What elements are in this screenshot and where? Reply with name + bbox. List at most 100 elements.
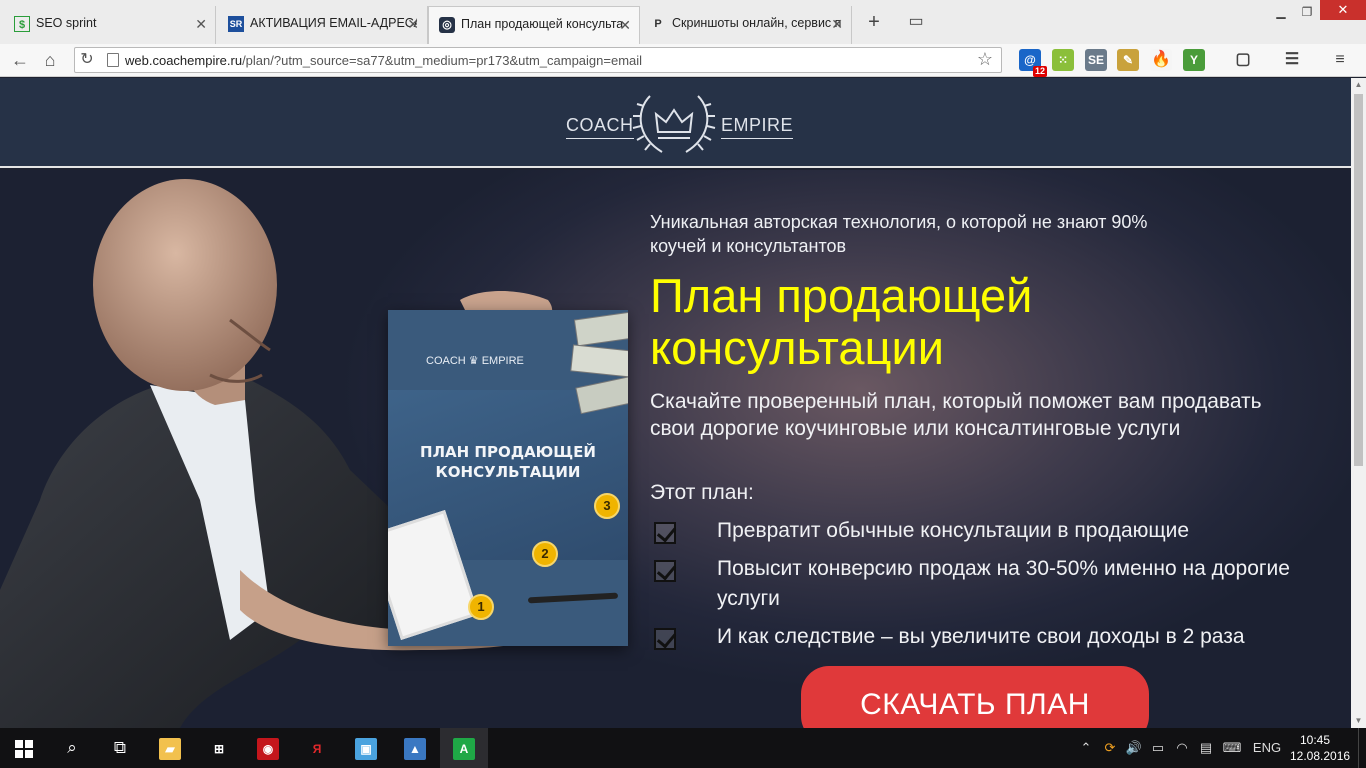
extension-glyph: ☰ [1284,51,1300,68]
scrollbar-thumb[interactable] [1354,94,1363,466]
page-title: План продающей консультации [650,269,1033,374]
chat-app-icon[interactable]: ▣ [342,728,390,768]
seo-icon[interactable]: SE [1085,49,1107,71]
list-item: И как следствие – вы увеличите свои дохо… [650,622,1330,652]
extension-glyph: ✎ [1122,53,1134,67]
sprout-icon[interactable]: Y [1183,49,1205,71]
logo-right-text: EMPIRE [721,115,794,139]
minimize-icon[interactable]: ▁ [1268,2,1294,22]
tab-label: SEO sprint [36,16,97,30]
new-tab-button[interactable]: + [860,10,888,36]
extension-glyph: Y [1189,53,1198,67]
tab-label: Скриншоты онлайн, сервис по [672,16,841,30]
back-icon[interactable]: ← [8,48,32,72]
step-badge: 1 [468,594,494,620]
chat-icon[interactable]: ▢ [1232,49,1254,71]
dots-icon[interactable]: ⁙ [1052,49,1074,71]
extension-glyph: ⁙ [1057,53,1069,67]
scroll-down-icon[interactable]: ▼ [1351,714,1366,728]
booklet-logo-left: COACH [426,355,466,367]
note-icon[interactable]: ✎ [1117,49,1139,71]
file-explorer-icon[interactable]: ▰ [146,728,194,768]
screen-app-icon[interactable]: ▲ [391,728,439,768]
list-item: Повысит конверсию продаж на 30-50% именн… [650,554,1330,614]
volume-icon[interactable]: 🔊 [1124,728,1144,768]
window-close-icon[interactable]: ✕ [1320,0,1366,20]
close-tab-icon[interactable]: ✕ [407,16,419,33]
keyboard-icon[interactable]: ⌨ [1220,728,1244,768]
show-desktop-button[interactable] [1358,728,1366,768]
system-clock[interactable]: 10:45 12.08.2016 [1290,732,1350,764]
reload-icon[interactable]: ↻ [75,48,99,72]
extension-badge: 12 [1032,66,1047,77]
download-plan-button[interactable]: СКАЧАТЬ ПЛАН [801,666,1149,728]
extension-glyph: 🔥 [1151,51,1171,68]
list-item: Превратит обычные консультации в продающ… [650,516,1330,546]
tab-seo-sprint[interactable]: $ SEO sprint ✕ [4,6,216,44]
flame-icon[interactable]: 🔥 [1150,49,1172,71]
page-scrollbar[interactable]: ▲ ▼ [1351,78,1366,728]
tab-email-activation[interactable]: SR АКТИВАЦИЯ EMAIL-АДРЕСА В ✕ [218,6,428,44]
intro-text: Уникальная авторская технология, о котор… [650,212,1148,256]
search-icon[interactable]: ⌕ [48,728,96,768]
notification-icon[interactable]: ▤ [1196,728,1216,768]
benefits-list: Превратит обычные консультации в продающ… [650,516,1330,660]
android-app-icon[interactable]: A [440,728,488,768]
app-glyph: ▣ [355,737,377,760]
close-tab-icon[interactable]: ✕ [195,16,207,33]
scroll-up-icon[interactable]: ▲ [1351,78,1366,92]
extension-glyph: ≡ [1335,51,1345,68]
menu-icon[interactable]: ≡ [1329,49,1351,71]
show-hidden-icons-icon[interactable]: ⌃ [1078,728,1094,768]
wifi-icon[interactable]: ◠ [1172,728,1192,768]
store-icon[interactable]: ⊞ [195,728,243,768]
site-header: COACH EMPIRE [0,78,1351,168]
reader-icon[interactable]: ☰ [1281,49,1303,71]
seo-sprint-favicon-icon: $ [14,16,30,32]
subtitle-text: Скачайте проверенный план, который помож… [650,390,1262,440]
booklet-title: ПЛАН ПРОДАЮЩЕЙ КОНСУЛЬТАЦИИ [420,443,596,481]
home-icon[interactable]: ⌂ [38,48,62,72]
money-bills-icon [568,310,628,420]
coach-empire-logo[interactable]: COACH EMPIRE [566,88,794,158]
p-favicon-icon: P [654,18,662,30]
url-text: web.coachempire.ru/plan/?utm_source=sa77… [125,53,642,68]
extension-glyph: @ [1024,53,1036,67]
app-glyph: ▲ [404,737,426,760]
yandex-browser-icon[interactable]: Я [293,728,341,768]
laurel-crown-icon [632,95,716,153]
clock-time: 10:45 [1299,733,1331,747]
tab-overview-button[interactable]: ▭ [902,10,930,36]
extension-glyph: SE [1087,53,1104,67]
tab-label: АКТИВАЦИЯ EMAIL-АДРЕСА В [250,16,417,30]
windows-taskbar: ⌕ ⧉ ▰ ⊞ ◉ Я ▣ ▲ A ⌃ ⟳ 🔊 ▭ ◠ ▤ ⌨ ENG 10:45 12.0… [0,728,1366,768]
tab-sales-consultation-plan[interactable]: ◎ План продающей консульта ✕ [428,6,640,44]
task-view-icon[interactable]: ⧉ [96,728,144,768]
mail-icon[interactable]: @12 [1019,49,1047,77]
restore-icon[interactable]: ❐ [1294,2,1320,22]
checkbox-icon [654,522,676,544]
close-tab-icon[interactable]: ✕ [831,16,843,33]
battery-icon[interactable]: ▭ [1148,728,1168,768]
list-item-text: Превратит обычные консультации в продающ… [717,519,1190,542]
step-badge: 2 [532,541,558,567]
tab-screenshots-online[interactable]: P Скриншоты онлайн, сервис по ✕ [640,6,852,44]
url-path: /plan/?utm_source=sa77&utm_medium=pr173&… [242,53,643,68]
logo-left-text: COACH [566,115,634,139]
start-icon[interactable] [0,728,48,768]
browser-toolbar: ← ⌂ ↻ web.coachempire.ru/plan/?utm_sourc… [0,44,1366,77]
close-tab-icon[interactable]: ✕ [619,17,631,34]
benefits-heading: Этот план: [650,481,754,504]
step-badge: 3 [594,493,620,519]
language-indicator[interactable]: ENG [1250,728,1284,768]
app-glyph: ▰ [159,737,181,760]
opera-icon[interactable]: ◉ [244,728,292,768]
app-glyph: Я [312,741,322,756]
hero-section: COACH ♛ EMPIRE ПЛАН ПРОДАЮЩЕЙ КОНСУЛЬТАЦ… [0,170,1351,728]
browser-tab-bar: $ SEO sprint ✕ SR АКТИВАЦИЯ EMAIL-АДРЕСА… [0,0,1366,44]
address-bar[interactable]: ↻ web.coachempire.ru/plan/?utm_source=sa… [74,47,1002,73]
bookmark-star-icon[interactable]: ☆ [977,49,993,70]
pen-illustration [527,592,619,604]
list-item-text: И как следствие – вы увеличите свои дохо… [717,625,1245,648]
sync-icon[interactable]: ⟳ [1100,728,1120,768]
